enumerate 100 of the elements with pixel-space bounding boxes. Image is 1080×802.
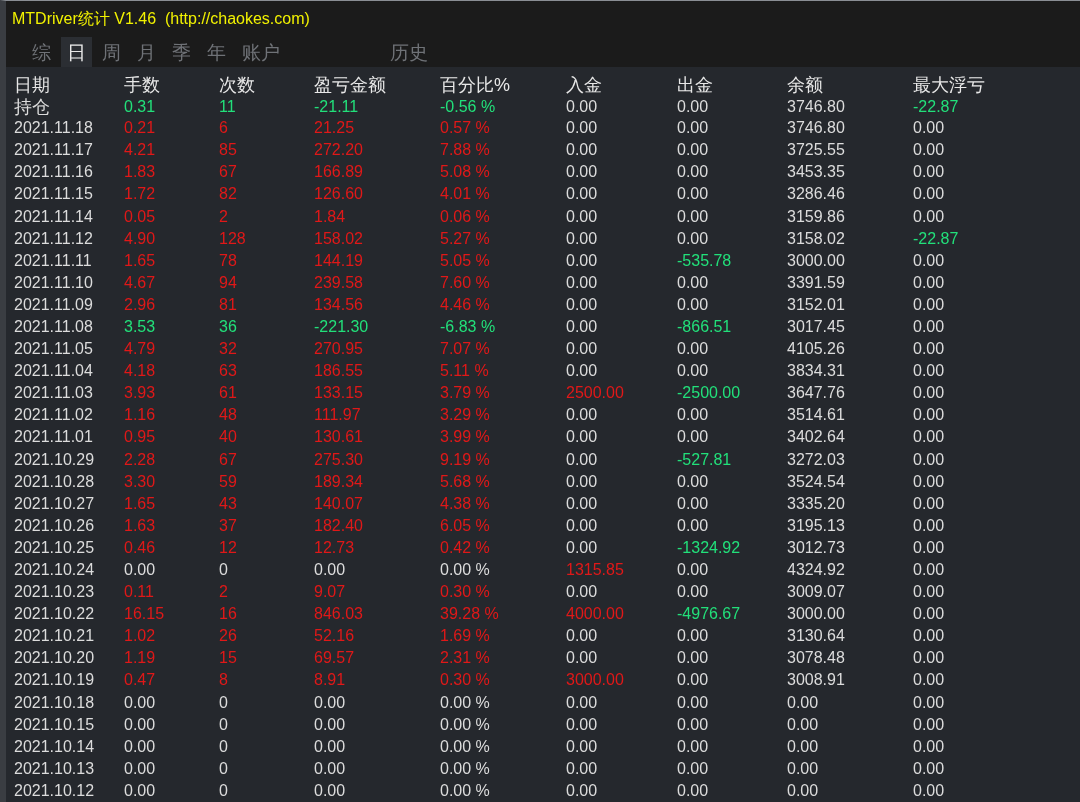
table-cell-text: 2021.11.04 [14, 362, 94, 381]
table-cell-text: 2021.10.14 [14, 737, 96, 756]
table-cell-text: 0.00 [677, 715, 710, 734]
table-cell-text: 2021.10.21 [14, 627, 96, 646]
table-cell-text: 1.65 [124, 494, 157, 513]
table-cell-text: 5.27 % [440, 229, 491, 248]
table-cell-text: 2021.10.23 [14, 583, 96, 602]
tab[interactable]: 周 [96, 37, 127, 67]
table-cell-text: 130.61 [314, 428, 364, 447]
tab[interactable]: 账户 [236, 37, 286, 67]
table-cell-text: 3.99 % [440, 428, 491, 447]
column-header: 入金 [566, 74, 603, 97]
table-cell-text: 12 [219, 538, 238, 557]
table-cell-text: 0 [219, 693, 229, 712]
table-cell-text: 0.00 [314, 693, 347, 712]
tab[interactable]: 月 [131, 37, 162, 67]
table-cell-text: 0.00 [677, 98, 710, 116]
table-cell-text: -221.30 [314, 318, 370, 336]
table-cell-text: 0.00 [913, 759, 946, 778]
table-cell-text: 0.00 [566, 273, 599, 292]
table-cell-text: 3000.00 [566, 671, 625, 690]
table-cell-text: 1.65 [124, 251, 157, 270]
table-cell-text: 0.00 [566, 538, 599, 557]
table-cell-text: 0.21 [124, 119, 157, 138]
table-cell-text: 846.03 [314, 605, 364, 624]
table-cell-text: 0.00 [677, 406, 710, 425]
table-cell-text: 0.00 [677, 583, 710, 602]
table-cell-text: 0.00 [566, 649, 599, 668]
table-cell-text: 1.16 [124, 406, 157, 425]
table-cell-text: 2021.11.11 [14, 251, 93, 270]
table-cell-text: 0.00 % [440, 693, 491, 712]
table-cell-text: -535.78 [677, 251, 733, 270]
table-cell-text: 2.28 [124, 450, 157, 469]
table-cell-text: 0.00 [677, 671, 710, 690]
table-cell-text: 2021.11.03 [14, 384, 94, 403]
table-cell-text: 0.00 [566, 229, 599, 248]
table-cell-text: 2021.11.12 [14, 229, 94, 248]
table-cell-text: 2021.10.18 [14, 693, 96, 712]
table-cell-text: 0.00 [124, 759, 157, 778]
table-cell-text: 0 [219, 715, 229, 734]
tab[interactable]: 历史 [384, 37, 434, 67]
table-cell-text: 7.60 % [440, 273, 491, 292]
table-cell-text: 272.20 [314, 141, 364, 160]
table-cell-text: 3012.73 [787, 538, 846, 557]
table-cell-text: 26 [219, 627, 238, 646]
table-cell-text: 0.00 [913, 472, 946, 491]
table-cell-text: 持仓 [14, 96, 51, 119]
column-header: 余额 [787, 74, 824, 97]
tab[interactable]: 季 [166, 37, 197, 67]
table-cell-text: 0.11 [124, 583, 155, 602]
table-cell-text: 9.07 [314, 583, 347, 602]
table-cell-text: 2021.10.13 [14, 759, 96, 778]
table-cell-text: 0.06 % [440, 207, 491, 226]
table-cell-text: 63 [219, 362, 238, 381]
table-cell-text: 0.00 [566, 295, 599, 314]
table-cell-text: 0.00 [677, 627, 710, 646]
table-cell-text: 0.00 [787, 759, 820, 778]
table-cell-text: 0.00 % [440, 715, 491, 734]
table-cell-text: 11 [219, 98, 237, 116]
table-cell-text: 67 [219, 163, 238, 182]
table-cell-text: 3514.61 [787, 406, 846, 425]
table-cell-text: 0.00 [677, 759, 710, 778]
table-cell-text: 3130.64 [787, 627, 846, 646]
table-cell-text: 0 [219, 737, 229, 756]
table-cell-text: 0.31 [124, 98, 157, 116]
tab[interactable]: 日 [61, 37, 92, 67]
table-cell-text: 0.00 [677, 516, 710, 535]
table-cell-text: 0.00 [913, 185, 946, 204]
table-cell-text: 3524.54 [787, 472, 846, 491]
table-cell-text: 3.30 [124, 472, 157, 491]
tab[interactable]: 综 [26, 37, 57, 67]
table-cell-text: 2021.11.18 [14, 119, 94, 138]
table-cell-text: 0.00 [913, 605, 946, 624]
table-cell-text: 0.00 [787, 737, 820, 756]
table-cell-text: 0.00 [566, 362, 599, 381]
table-cell-text: 0 [219, 561, 229, 579]
table-cell-text: 0.00 [913, 207, 946, 226]
table-cell-text: 16 [219, 605, 238, 624]
table-cell-text: 2 [219, 583, 229, 602]
tab[interactable]: 年 [201, 37, 232, 67]
table-cell-text: 8.91 [314, 671, 347, 690]
table-cell-text: 111.97 [314, 406, 362, 425]
table-cell-text: 0.30 % [440, 671, 491, 690]
table-cell-text: 0.00 [913, 671, 946, 690]
table-cell-text: 4.38 % [440, 494, 491, 513]
table-cell-text: 36 [219, 318, 238, 336]
table-cell-text: 0.00 [124, 561, 157, 579]
table-cell-text: 2021.11.17 [14, 141, 94, 160]
table-cell-text: 3.79 % [440, 384, 491, 403]
table-cell-text: 4000.00 [566, 605, 625, 624]
table-cell-text: 81 [219, 295, 238, 314]
table-cell-text: 0.00 [913, 693, 946, 712]
table-cell-text: 0.57 % [440, 119, 491, 138]
table-cell-text: 3158.02 [787, 229, 846, 248]
table-cell-text: 3725.55 [787, 141, 846, 160]
table-cell-text: 0.42 % [440, 538, 491, 557]
table-cell-text: 78 [219, 251, 238, 270]
table-cell-text: 0.00 [566, 207, 599, 226]
table-cell-text: 4.21 [124, 141, 157, 160]
table-cell-text: 0.00 [314, 781, 347, 800]
